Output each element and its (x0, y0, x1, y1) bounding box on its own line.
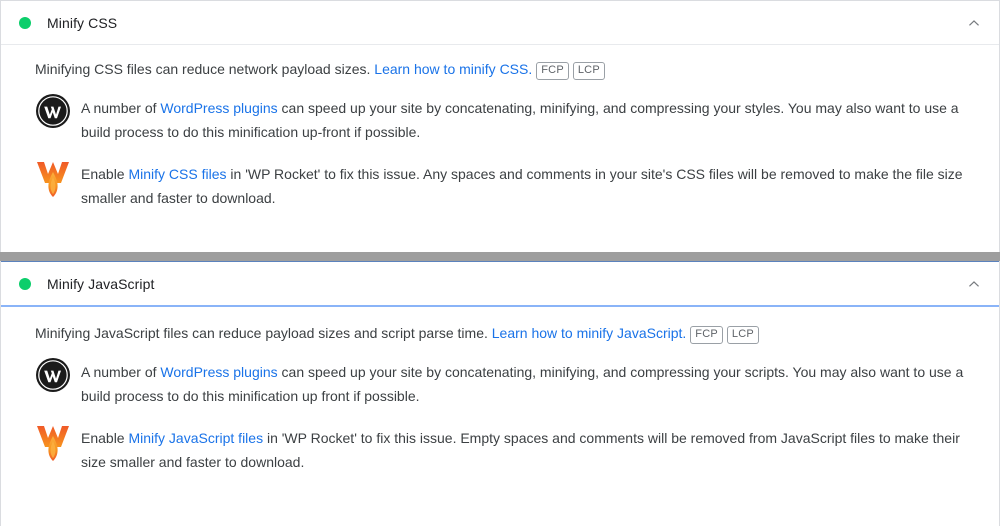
stack-pack-note: Enable Minify CSS files in 'WP Rocket' t… (35, 162, 979, 210)
stack-pack-note-text: A number of WordPress plugins can speed … (81, 360, 979, 408)
wordpress-logo-icon (35, 93, 71, 129)
metric-chip-fcp: FCP (536, 62, 569, 80)
status-pass-dot-icon (19, 277, 31, 290)
chevron-up-icon[interactable] (965, 14, 983, 32)
note-text-before: Enable (81, 430, 129, 446)
audit-description: Minifying CSS files can reduce network p… (35, 59, 979, 80)
note-text-before: A number of (81, 100, 161, 116)
stack-pack-note: A number of WordPress plugins can speed … (35, 93, 979, 144)
chevron-up-icon[interactable] (965, 275, 983, 293)
audit-body-minify-css: Minifying CSS files can reduce network p… (1, 45, 999, 228)
audit-header-minify-css[interactable]: Minify CSS (1, 1, 999, 45)
note-text-before: A number of (81, 364, 161, 380)
stack-pack-note: A number of WordPress plugins can speed … (35, 357, 979, 408)
wordpress-logo-icon (35, 357, 71, 393)
wp-rocket-logo-icon (35, 159, 71, 197)
metric-chip-fcp: FCP (690, 326, 723, 344)
description-text-before: Minifying JavaScript files can reduce pa… (35, 325, 492, 341)
description-text-before: Minifying CSS files can reduce network p… (35, 61, 375, 77)
wordpress-plugins-link[interactable]: WordPress plugins (160, 100, 277, 116)
minify-javascript-files-link[interactable]: Minify JavaScript files (128, 430, 263, 446)
audit-header-minify-javascript[interactable]: Minify JavaScript (1, 261, 999, 307)
wordpress-plugins-link[interactable]: WordPress plugins (160, 364, 277, 380)
stack-pack-note-text: Enable Minify CSS files in 'WP Rocket' t… (81, 162, 979, 210)
audit-panel-minify-javascript: Minify JavaScript Minifying JavaScript f… (0, 261, 1000, 526)
wp-rocket-logo-icon (35, 423, 71, 461)
audit-description: Minifying JavaScript files can reduce pa… (35, 323, 979, 344)
metric-chip-lcp: LCP (726, 326, 759, 344)
stack-pack-note-text: A number of WordPress plugins can speed … (81, 96, 979, 144)
learn-how-link[interactable]: Learn how to minify CSS. (374, 61, 532, 77)
audit-body-minify-javascript: Minifying JavaScript files can reduce pa… (1, 307, 999, 492)
audit-results-page: Minify CSS Minifying CSS files can reduc… (0, 0, 1000, 526)
audit-title: Minify JavaScript (47, 275, 155, 292)
stack-pack-note: Enable Minify JavaScript files in 'WP Ro… (35, 426, 979, 474)
audit-panel-minify-css: Minify CSS Minifying CSS files can reduc… (0, 0, 1000, 252)
status-pass-dot-icon (19, 16, 31, 29)
metric-chip-lcp: LCP (572, 62, 605, 80)
audit-title: Minify CSS (47, 14, 118, 31)
note-text-before: Enable (81, 166, 129, 182)
stack-pack-note-text: Enable Minify JavaScript files in 'WP Ro… (81, 426, 979, 474)
learn-how-link[interactable]: Learn how to minify JavaScript. (492, 325, 687, 341)
minify-css-files-link[interactable]: Minify CSS files (128, 166, 226, 182)
